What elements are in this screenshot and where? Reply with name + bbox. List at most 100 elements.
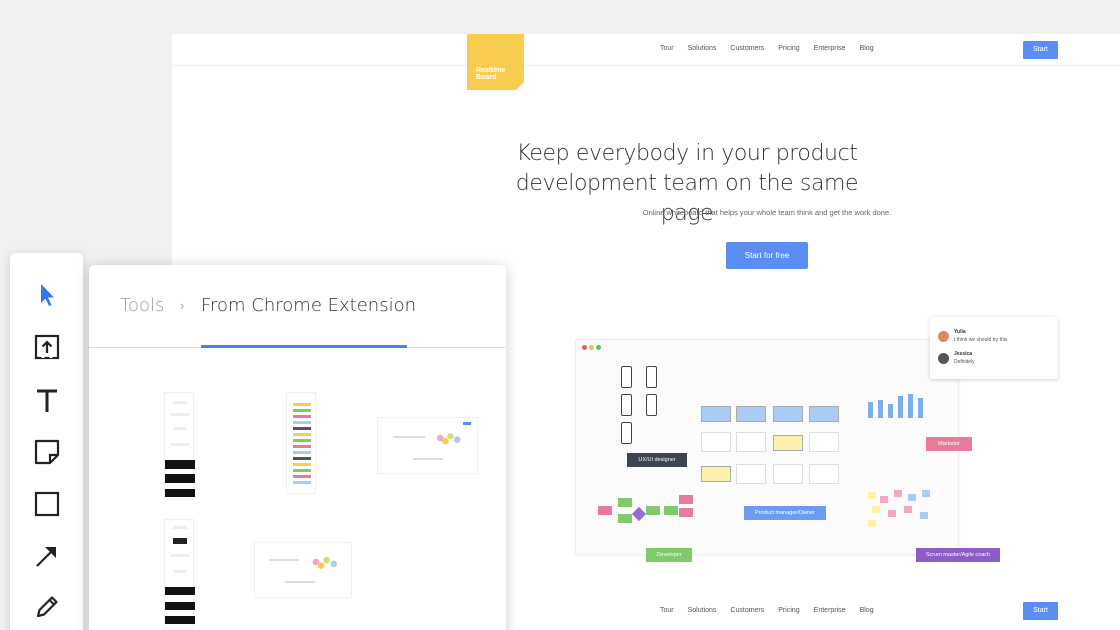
sticky-note xyxy=(773,406,803,422)
card xyxy=(736,432,766,452)
chart-bar xyxy=(898,396,903,418)
upload-tool-button[interactable] xyxy=(30,330,64,364)
flow-node xyxy=(646,506,660,515)
site-nav-links: Tour Solutions Customers Pricing Enterpr… xyxy=(660,45,874,52)
thumbnail-line xyxy=(393,436,425,438)
wireframe-phone xyxy=(621,366,632,388)
thumbnail-dark-band xyxy=(165,474,195,483)
flow-node xyxy=(618,498,632,507)
wireframe-phone xyxy=(621,394,632,416)
sticky-note xyxy=(773,435,803,451)
thumbnail-line xyxy=(173,570,187,573)
label-product-manager: Product manager/Owner xyxy=(744,506,826,520)
thumbnail-dark-band xyxy=(165,587,195,595)
tools-toolbar xyxy=(10,253,83,630)
label-ux-designer: UX/UI designer xyxy=(627,453,687,467)
card xyxy=(701,432,731,452)
start-button[interactable]: Start xyxy=(1023,602,1058,620)
site-navbar: Tour Solutions Customers Pricing Enterpr… xyxy=(172,34,1120,66)
chart-bar xyxy=(878,400,883,418)
sticky-note xyxy=(880,496,888,503)
nav-link-tour[interactable]: Tour xyxy=(660,607,674,614)
screenshot-thumbnail[interactable] xyxy=(164,392,195,500)
nav-link-customers[interactable]: Customers xyxy=(730,45,764,52)
pen-icon xyxy=(36,596,58,618)
thumbnail-dark-band xyxy=(165,489,195,497)
screenshot-thumbnail[interactable] xyxy=(377,417,478,474)
nav-link-pricing[interactable]: Pricing xyxy=(778,607,799,614)
chart-bar xyxy=(918,398,923,418)
wireframe-phone xyxy=(621,422,632,444)
card xyxy=(809,464,839,484)
sticky-note xyxy=(894,490,902,497)
arrow-icon xyxy=(36,547,56,567)
thumbnail-line xyxy=(173,526,187,529)
sticky-note xyxy=(904,506,912,513)
flow-node xyxy=(679,495,693,504)
thumbnail-dark-band xyxy=(173,538,187,544)
comment-text: I think we should try this xyxy=(954,337,1008,343)
label-developer: Developer xyxy=(646,548,692,562)
nav-link-solutions[interactable]: Solutions xyxy=(688,45,717,52)
sticky-note xyxy=(872,506,880,513)
breadcrumb-tools[interactable]: Tools xyxy=(120,295,164,316)
label-marketer: Marketer xyxy=(926,437,972,451)
site-nav-links-sticky: Tour Solutions Customers Pricing Enterpr… xyxy=(660,607,874,614)
comment-text: Definitely xyxy=(954,359,975,365)
screenshot-thumbnail[interactable] xyxy=(164,519,195,629)
rectangle-icon xyxy=(34,491,60,517)
thumbnail-line xyxy=(269,559,299,561)
sticky-note xyxy=(922,490,930,497)
thumbnail-line xyxy=(173,427,187,430)
nav-link-blog[interactable]: Blog xyxy=(860,45,874,52)
wireframe-phone xyxy=(646,366,657,388)
nav-link-enterprise[interactable]: Enterprise xyxy=(814,45,846,52)
panel-header: Tools › From Chrome Extension xyxy=(89,265,506,348)
upload-icon xyxy=(34,334,60,360)
logo[interactable]: Realtime Board xyxy=(467,34,524,90)
nav-link-pricing[interactable]: Pricing xyxy=(778,45,799,52)
screenshot-thumbnail[interactable] xyxy=(254,542,352,598)
window-close-dot xyxy=(582,345,587,350)
nav-link-enterprise[interactable]: Enterprise xyxy=(814,607,846,614)
select-icon xyxy=(41,284,54,306)
thumbnail-content xyxy=(293,403,311,487)
thumbnail-line xyxy=(171,443,189,446)
thumbnail-content xyxy=(430,430,464,446)
sticky-note xyxy=(868,492,876,499)
comment-author: Yulia xyxy=(954,329,966,335)
pen-tool-button[interactable] xyxy=(30,590,64,624)
thumbnail-dark-band xyxy=(165,616,195,624)
avatar xyxy=(938,331,949,342)
sticky-note xyxy=(809,406,839,422)
start-for-free-button[interactable]: Start for free xyxy=(726,242,808,269)
active-tab-indicator xyxy=(201,345,407,348)
nav-link-blog[interactable]: Blog xyxy=(860,607,874,614)
flow-node xyxy=(664,506,678,515)
start-button[interactable]: Start xyxy=(1023,41,1058,59)
nav-link-solutions[interactable]: Solutions xyxy=(688,607,717,614)
tab-from-chrome-extension[interactable]: From Chrome Extension xyxy=(201,295,416,316)
rectangle-tool-button[interactable] xyxy=(30,487,64,521)
nav-link-tour[interactable]: Tour xyxy=(660,45,674,52)
card xyxy=(736,464,766,484)
sticky-note-icon xyxy=(34,439,60,465)
select-tool-button[interactable] xyxy=(30,278,64,312)
arrow-tool-button[interactable] xyxy=(30,539,64,573)
flow-node xyxy=(618,514,632,523)
chart-bar xyxy=(888,404,893,418)
hero-subtitle: Online whiteboard that helps your whole … xyxy=(642,208,892,217)
text-tool-button[interactable] xyxy=(30,384,64,418)
sticky-note-tool-button[interactable] xyxy=(30,435,64,469)
flow-node xyxy=(631,506,647,522)
logo-text: Realtime Board xyxy=(476,67,506,81)
comment-popup: Yulia I think we should try this Jessica… xyxy=(930,317,1058,379)
flow-node xyxy=(598,506,612,515)
screenshot-thumbnail[interactable] xyxy=(286,392,316,494)
sticky-note xyxy=(920,512,928,519)
nav-link-customers[interactable]: Customers xyxy=(730,607,764,614)
sticky-note xyxy=(908,494,916,501)
flow-node xyxy=(679,508,693,517)
card xyxy=(809,432,839,452)
breadcrumb-separator-icon: › xyxy=(180,298,185,313)
